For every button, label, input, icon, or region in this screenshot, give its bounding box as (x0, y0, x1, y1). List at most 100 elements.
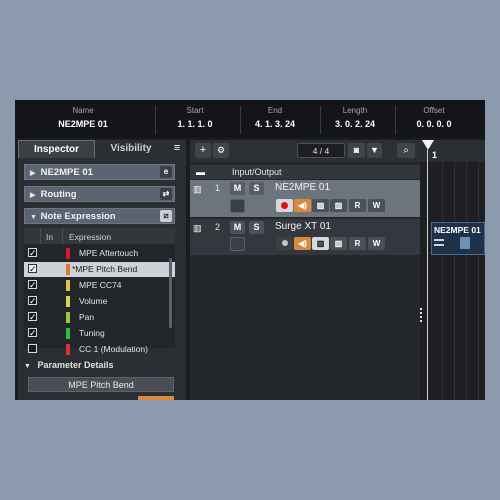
playhead-line (427, 150, 428, 400)
divider (320, 106, 321, 134)
write-button[interactable]: W (368, 237, 385, 250)
info-value[interactable]: 1. 1. 1. 0 (165, 119, 225, 129)
write-button[interactable]: W (368, 199, 385, 212)
track-lane-toggle[interactable] (230, 237, 245, 251)
divider (395, 106, 396, 134)
track-count: 4 / 4 (297, 143, 345, 158)
grid-line (466, 162, 467, 400)
chevron-right-icon: ▶ (30, 170, 36, 177)
expression-color (66, 296, 70, 307)
routing-icon[interactable]: ⇄ (160, 188, 172, 200)
expression-color (66, 280, 70, 291)
section-label: NE2MPE 01 (40, 167, 93, 178)
track-list-toolbar: + ⚙ 4 / 4 ◙ ▼ ⌕ (190, 140, 420, 162)
expression-checkbox[interactable] (28, 246, 37, 261)
expression-row[interactable]: MPE CC74 (24, 278, 175, 293)
header-expression: Expression (69, 232, 112, 242)
grid-line (478, 162, 479, 400)
expression-label: CC 1 (Modulation) (79, 344, 148, 354)
inspector-routing-section[interactable]: ▶ Routing ⇄ (24, 186, 175, 202)
track-name[interactable]: Surge XT 01 (275, 221, 331, 232)
filter-icon[interactable]: ▼ (367, 143, 382, 158)
search-icon[interactable]: ⌕ (397, 143, 415, 158)
expression-row[interactable]: Pan (24, 310, 175, 325)
expression-checkbox[interactable] (28, 294, 37, 309)
snapshot-icon[interactable]: ◙ (348, 143, 365, 158)
expression-row[interactable]: *MPE Pitch Bend (24, 262, 175, 277)
monitor-button[interactable]: ◀) (294, 199, 311, 212)
folder-track-input-output[interactable]: ▬ Input/Output (190, 165, 420, 179)
instrument-track-icon: ▥ (193, 223, 202, 233)
divider (40, 228, 41, 244)
track-list: + ⚙ 4 / 4 ◙ ▼ ⌕ ▬ Input/Output ▥ 1 M S N… (190, 140, 420, 400)
parameter-details-header[interactable]: ▼ Parameter Details (24, 358, 175, 372)
monitor-button[interactable]: ◀) (294, 237, 311, 250)
divider (155, 106, 156, 134)
project-area[interactable]: 1 NE2MPE 01 (420, 140, 485, 400)
folder-icon: ▬ (196, 167, 205, 177)
info-end[interactable]: End 4. 1. 3. 24 (245, 106, 305, 129)
edit-icon: ▨ (316, 201, 325, 210)
expression-color (66, 264, 70, 275)
expression-checkbox[interactable] (28, 278, 37, 293)
expression-label: MPE Aftertouch (79, 248, 139, 258)
track-row-2[interactable]: ▥ 2 M S Surge XT 01 ◀) ▨ ▥ R W (190, 219, 420, 255)
expression-color (66, 248, 70, 259)
solo-button[interactable]: S (249, 182, 264, 195)
edit-button[interactable]: ▨ (312, 237, 329, 250)
record-enable-button[interactable] (276, 199, 293, 212)
read-button[interactable]: R (349, 199, 366, 212)
record-icon (281, 240, 288, 246)
info-value[interactable]: NE2MPE 01 (53, 119, 113, 129)
expression-checkbox[interactable] (28, 310, 37, 325)
add-track-options-icon[interactable]: ⚙ (213, 143, 229, 158)
menu-icon[interactable]: ≡ (171, 142, 183, 154)
inspector-track-section[interactable]: ▶ NE2MPE 01 e (24, 164, 175, 180)
edit-button[interactable]: ▨ (312, 199, 329, 212)
expression-checkbox[interactable] (28, 344, 37, 353)
keyboard-button[interactable]: ▥ (330, 237, 347, 250)
info-value[interactable]: 4. 1. 3. 24 (245, 119, 305, 129)
midi-part[interactable]: NE2MPE 01 (431, 222, 485, 255)
track-name[interactable]: NE2MPE 01 (275, 182, 330, 193)
read-button[interactable]: R (349, 237, 366, 250)
info-header: Length (342, 106, 368, 115)
info-length[interactable]: Length 3. 0. 2. 24 (325, 106, 385, 129)
edit-instrument-icon[interactable]: e (160, 166, 172, 178)
tab-visibility[interactable]: Visibility (96, 140, 166, 157)
keyboard-button[interactable]: ▥ (330, 199, 347, 212)
info-start[interactable]: Start 1. 1. 1. 0 (165, 106, 225, 129)
splitter-handle[interactable] (420, 308, 423, 326)
info-name[interactable]: Name NE2MPE 01 (53, 106, 113, 129)
tab-inspector[interactable]: Inspector (18, 140, 95, 158)
mute-button[interactable]: M (230, 221, 245, 234)
record-enable-button[interactable] (276, 237, 293, 250)
note-expression-setup-icon[interactable]: ⧄ (160, 210, 172, 222)
playhead-icon[interactable] (422, 140, 434, 150)
add-track-icon[interactable]: + (195, 143, 211, 158)
solo-button[interactable]: S (249, 221, 264, 234)
info-line: Name NE2MPE 01 Start 1. 1. 1. 0 End 4. 1… (15, 100, 485, 138)
grid-line (442, 162, 443, 400)
parameter-select-button[interactable]: MPE Pitch Bend (28, 377, 174, 392)
mute-button[interactable]: M (230, 182, 245, 195)
expression-checkbox[interactable] (28, 262, 37, 277)
inspector-note-expression-section[interactable]: ▼ Note Expression ⧄ (24, 208, 175, 224)
expression-row[interactable]: CC 1 (Modulation) (24, 342, 175, 357)
expression-scrollbar[interactable] (169, 258, 172, 328)
expression-row[interactable]: Tuning (24, 326, 175, 341)
folder-label: Input/Output (232, 167, 282, 177)
expression-checkbox[interactable] (28, 326, 37, 341)
track-number: 1 (215, 183, 221, 193)
expression-row[interactable]: MPE Aftertouch (24, 246, 175, 261)
chevron-down-icon: ▼ (30, 214, 37, 221)
track-row-1[interactable]: ▥ 1 M S NE2MPE 01 ◀) ▨ ▥ R W (190, 180, 420, 217)
info-value[interactable]: 0. 0. 0. 0 (403, 119, 465, 129)
expression-row[interactable]: Volume (24, 294, 175, 309)
divider (62, 228, 63, 244)
record-icon (281, 202, 288, 209)
expression-color (66, 312, 70, 323)
info-offset[interactable]: Offset 0. 0. 0. 0 (403, 106, 465, 129)
track-lane-toggle[interactable] (230, 199, 245, 213)
info-value[interactable]: 3. 0. 2. 24 (325, 119, 385, 129)
